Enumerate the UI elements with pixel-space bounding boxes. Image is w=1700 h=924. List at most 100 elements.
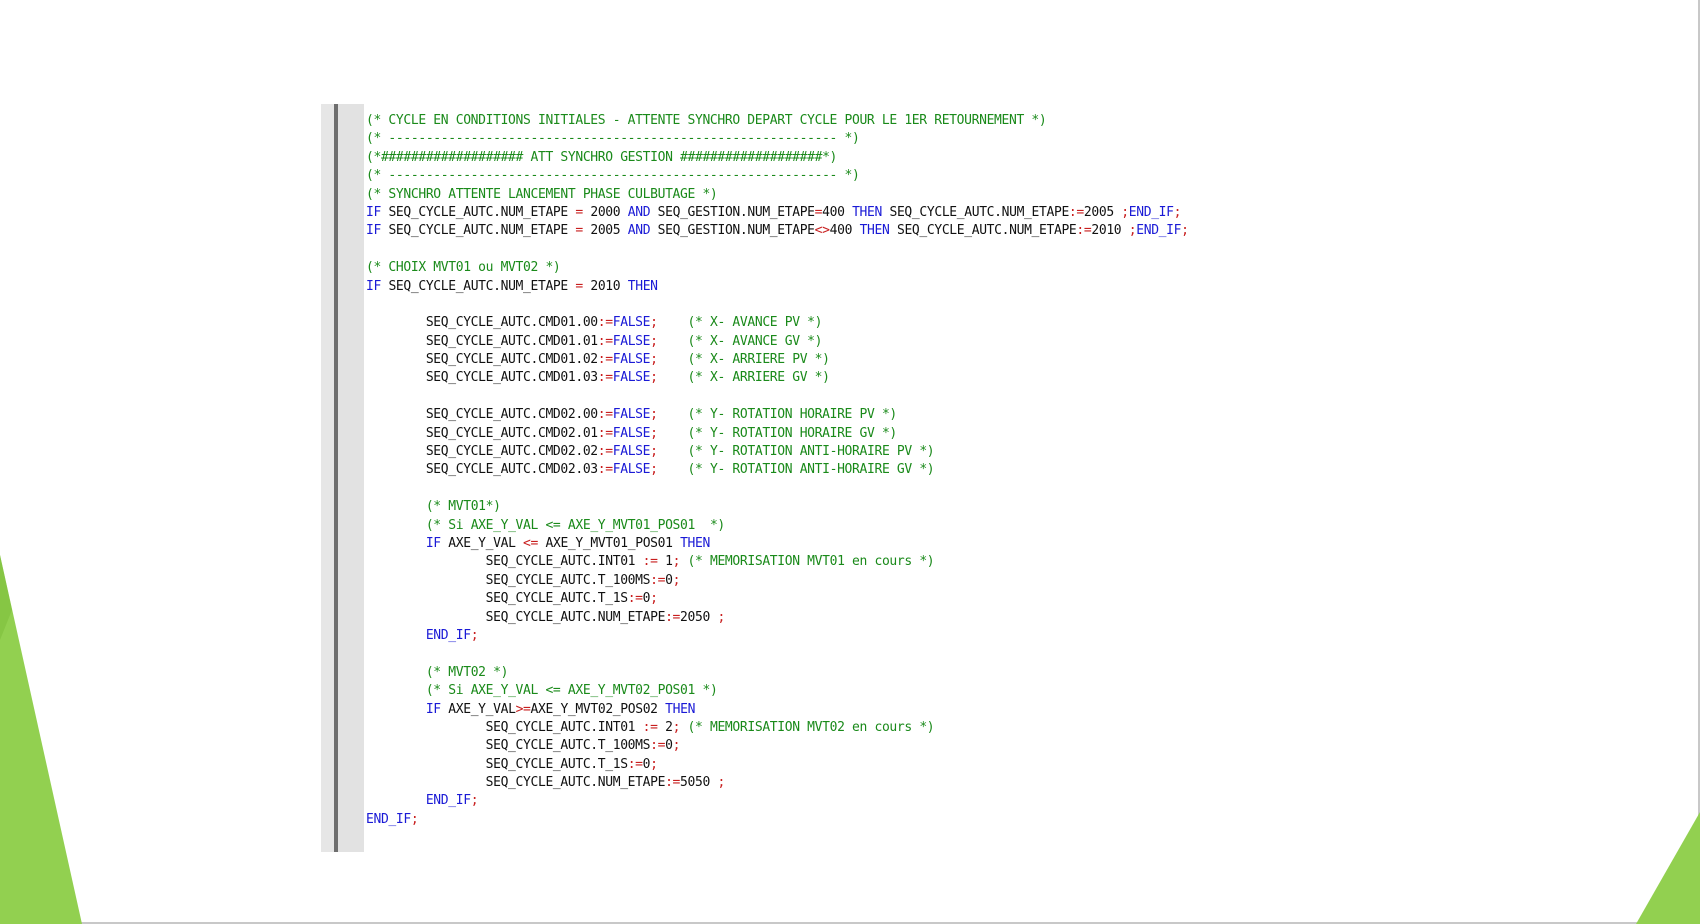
code-line: SEQ_CYCLE_AUTC.T_1S:=0; xyxy=(366,590,1189,608)
code-line: SEQ_CYCLE_AUTC.CMD01.02:=FALSE; (* X- AR… xyxy=(366,351,1189,369)
code-line: (* MVT02 *) xyxy=(366,664,1189,682)
code-comment: (* X- AVANCE PV *) xyxy=(687,315,823,331)
code-token: 2010 xyxy=(1091,223,1129,239)
code-line: SEQ_CYCLE_AUTC.CMD02.01:=FALSE; (* Y- RO… xyxy=(366,425,1189,443)
code-editor[interactable]: (* CYCLE EN CONDITIONS INITIALES - ATTEN… xyxy=(321,104,1361,852)
code-token: SEQ_CYCLE_AUTC.CMD01.03 xyxy=(366,370,598,386)
code-operator: ; xyxy=(650,462,658,478)
code-comment: (* Y- ROTATION ANTI-HORAIRE GV *) xyxy=(687,462,935,478)
code-token: SEQ_CYCLE_AUTC.NUM_ETAPE xyxy=(380,204,576,220)
code-line: (* Si AXE_Y_VAL <= AXE_Y_MVT02_POS01 *) xyxy=(366,682,1189,700)
code-comment: (* -------------------------------------… xyxy=(366,168,860,184)
code-keyword: THEN xyxy=(680,535,710,551)
code-keyword: IF xyxy=(366,204,381,220)
code-line: IF AXE_Y_VAL <= AXE_Y_MVT01_POS01 THEN xyxy=(366,535,1189,553)
code-keyword: IF xyxy=(425,701,441,717)
code-token: AXE_Y_VAL xyxy=(440,701,516,717)
code-keyword: AND xyxy=(627,204,651,220)
code-operator: := xyxy=(597,444,613,460)
code-operator: ; xyxy=(1173,204,1182,220)
code-comment: (* X- AVANCE GV *) xyxy=(687,333,823,349)
code-operator: := xyxy=(627,591,643,607)
code-operator: ; xyxy=(717,775,725,791)
code-keyword: FALSE xyxy=(612,352,651,368)
code-token: 0 xyxy=(665,738,673,754)
code-token: AXE_Y_MVT02_POS02 xyxy=(530,701,666,717)
code-operator: ; xyxy=(650,444,658,460)
code-operator: ; xyxy=(672,738,681,754)
code-keyword: FALSE xyxy=(612,407,651,423)
code-comment: (* MVT02 *) xyxy=(425,664,509,680)
code-operator: := xyxy=(597,370,613,386)
code-token: 400 xyxy=(829,223,860,239)
code-token: SEQ_GESTION.NUM_ETAPE xyxy=(650,204,815,220)
code-token: SEQ_CYCLE_AUTC.NUM_ETAPE xyxy=(889,223,1077,239)
code-operator: ; xyxy=(650,333,658,349)
code-keyword: FALSE xyxy=(612,370,651,386)
code-token: SEQ_CYCLE_AUTC.NUM_ETAPE xyxy=(882,204,1069,220)
code-operator: ; xyxy=(672,719,681,735)
code-comment: (* CYCLE EN CONDITIONS INITIALES - ATTEN… xyxy=(366,113,1047,128)
code-line: (* SYNCHRO ATTENTE LANCEMENT PHASE CULBU… xyxy=(366,186,1189,204)
code-keyword: FALSE xyxy=(612,444,651,460)
code-token: 0 xyxy=(665,572,673,588)
code-line: (* -------------------------------------… xyxy=(366,167,1189,185)
code-operator: := xyxy=(642,719,658,735)
code-line: (* CHOIX MVT01 ou MVT02 *) xyxy=(366,259,1189,277)
code-token: SEQ_CYCLE_AUTC.T_100MS xyxy=(366,572,651,588)
code-line: SEQ_CYCLE_AUTC.NUM_ETAPE:=2050 ; xyxy=(366,609,1189,627)
code-operator: := xyxy=(650,572,666,588)
editor-gutter xyxy=(321,104,334,852)
code-operator: ; xyxy=(650,425,658,441)
code-operator: ; xyxy=(470,793,479,809)
code-keyword: FALSE xyxy=(612,462,651,478)
code-text[interactable]: (* CYCLE EN CONDITIONS INITIALES - ATTEN… xyxy=(366,112,1189,829)
code-operator: := xyxy=(1076,223,1092,239)
code-token: 2005 xyxy=(1083,204,1122,220)
code-token: SEQ_CYCLE_AUTC.CMD01.00 xyxy=(366,315,598,331)
code-line: IF SEQ_CYCLE_AUTC.NUM_ETAPE = 2010 THEN xyxy=(366,278,1189,296)
code-keyword: IF xyxy=(366,278,381,294)
code-token: SEQ_CYCLE_AUTC.CMD01.02 xyxy=(366,352,598,368)
code-token: 2050 xyxy=(680,609,718,625)
code-operator: <= xyxy=(523,535,539,551)
code-operator: ; xyxy=(672,554,681,570)
code-line: SEQ_CYCLE_AUTC.CMD02.00:=FALSE; (* Y- RO… xyxy=(366,406,1189,424)
code-keyword: THEN xyxy=(665,701,696,717)
code-comment: (* -------------------------------------… xyxy=(366,131,860,147)
code-operator: ; xyxy=(650,370,658,386)
code-line: SEQ_CYCLE_AUTC.T_100MS:=0; xyxy=(366,572,1189,590)
code-line: (* -------------------------------------… xyxy=(366,130,1189,148)
code-line: (*################### ATT SYNCHRO GESTIO… xyxy=(366,149,1189,167)
code-line: SEQ_CYCLE_AUTC.CMD01.00:=FALSE; (* X- AV… xyxy=(366,314,1189,332)
code-keyword: END_IF xyxy=(1136,223,1182,239)
code-token: SEQ_CYCLE_AUTC.CMD01.01 xyxy=(366,333,598,349)
code-token: SEQ_CYCLE_AUTC.INT01 xyxy=(366,554,643,570)
code-operator: ; xyxy=(650,591,658,607)
code-token: SEQ_CYCLE_AUTC.NUM_ETAPE xyxy=(366,609,666,625)
code-token: AXE_Y_MVT01_POS01 xyxy=(538,535,681,551)
code-token: SEQ_CYCLE_AUTC.CMD02.01 xyxy=(366,425,598,441)
code-operator: = xyxy=(575,223,583,239)
code-line: SEQ_CYCLE_AUTC.CMD01.03:=FALSE; (* X- AR… xyxy=(366,369,1189,387)
code-token: 2 xyxy=(657,719,673,735)
code-line: END_IF; xyxy=(366,792,1189,810)
code-comment: (* SYNCHRO ATTENTE LANCEMENT PHASE CULBU… xyxy=(366,186,718,202)
code-comment: (* MEMORISATION MVT02 en cours *) xyxy=(687,719,935,735)
code-keyword: FALSE xyxy=(612,333,651,349)
code-keyword: END_IF xyxy=(425,627,471,643)
code-token: 5050 xyxy=(680,775,718,791)
code-line: SEQ_CYCLE_AUTC.T_100MS:=0; xyxy=(366,737,1189,755)
code-keyword: IF xyxy=(425,535,441,551)
code-keyword: END_IF xyxy=(366,811,411,827)
code-operator: ; xyxy=(717,609,725,625)
